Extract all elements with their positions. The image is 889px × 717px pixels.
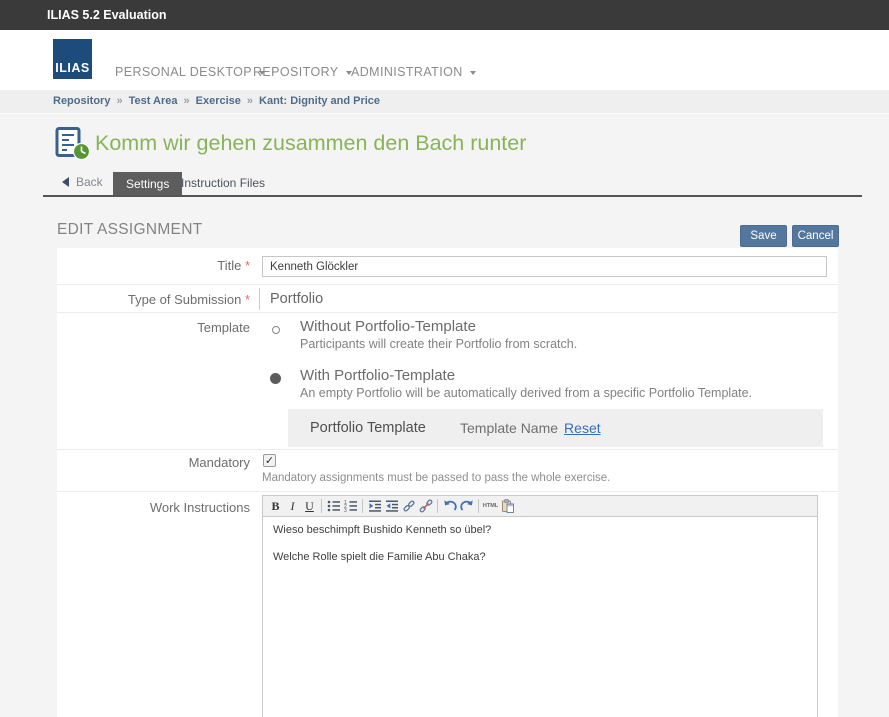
editor-toolbar: B I U 123 — [262, 495, 818, 517]
paste-from-word-icon[interactable] — [499, 498, 516, 515]
exercise-assignment-icon — [55, 127, 91, 166]
menu-label: ADMINISTRATION — [351, 65, 463, 79]
mandatory-description: Mandatory assignments must be passed to … — [262, 472, 610, 484]
template-label: Template — [57, 320, 250, 335]
form-heading: EDIT ASSIGNMENT — [57, 221, 202, 239]
without-template-label[interactable]: Without Portfolio-Template — [300, 318, 476, 335]
form-row-title: Title — [57, 248, 838, 284]
bold-icon[interactable]: B — [267, 498, 284, 515]
unordered-list-icon[interactable] — [325, 498, 342, 515]
breadcrumb-current[interactable]: Kant: Dignity and Price — [259, 95, 380, 107]
main-header: ILIAS PERSONAL DESKTOP REPOSITORY ADMINI… — [0, 30, 889, 90]
back-tab[interactable]: Back — [62, 174, 103, 190]
submission-type-value: Portfolio — [259, 288, 323, 310]
outdent-icon[interactable] — [383, 498, 400, 515]
form-row-work-instructions: Work Instructions B I U 123 — [57, 491, 838, 717]
indent-icon[interactable] — [366, 498, 383, 515]
unlink-icon[interactable] — [417, 498, 434, 515]
instruction-paragraph: Wieso beschimpft Bushido Kenneth so übel… — [273, 524, 807, 536]
breadcrumb-separator: » — [247, 95, 253, 107]
title-input[interactable] — [262, 256, 827, 277]
toolbar-separator — [478, 499, 479, 513]
mandatory-checkbox[interactable] — [263, 454, 276, 467]
cancel-button[interactable]: Cancel — [792, 225, 839, 247]
instruction-paragraph: Welche Rolle spielt die Familie Abu Chak… — [273, 551, 807, 563]
form-row-mandatory: Mandatory Mandatory assignments must be … — [57, 449, 838, 491]
portfolio-template-subform: Portfolio Template Template Name Reset — [288, 409, 823, 447]
italic-icon[interactable]: I — [284, 498, 301, 515]
portfolio-template-value: Template Name Reset — [460, 420, 601, 436]
page-title: Komm wir gehen zusammen den Bach runter — [95, 131, 526, 156]
ilias-window: ILIAS 5.2 Evaluation ILIAS PERSONAL DESK… — [0, 0, 889, 717]
html-source-icon[interactable]: HTML — [482, 498, 499, 515]
radio-with-template[interactable] — [270, 373, 281, 384]
menu-repository[interactable]: REPOSITORY — [253, 63, 352, 81]
chevron-down-icon — [470, 71, 476, 75]
undo-icon[interactable] — [441, 498, 458, 515]
tab-instruction-files[interactable]: Instruction Files — [181, 176, 265, 190]
ilias-logo[interactable]: ILIAS — [53, 39, 92, 79]
link-icon[interactable] — [400, 498, 417, 515]
toolbar-separator — [362, 499, 363, 513]
breadcrumb-exercise[interactable]: Exercise — [196, 95, 241, 107]
page-content: Komm wir gehen zusammen den Bach runter … — [0, 113, 889, 717]
menu-administration[interactable]: ADMINISTRATION — [351, 63, 476, 81]
breadcrumb-separator: » — [184, 95, 190, 107]
redo-icon[interactable] — [458, 498, 475, 515]
chevron-left-icon — [62, 177, 69, 187]
title-label: Title — [57, 258, 250, 273]
breadcrumb: Repository » Test Area » Exercise » Kant: Dign… — [0, 90, 889, 113]
breadcrumb-test-area[interactable]: Test Area — [129, 95, 178, 107]
underline-icon[interactable]: U — [301, 498, 318, 515]
ilias-logo-text: ILIAS — [55, 61, 89, 75]
ordered-list-icon[interactable]: 123 — [342, 498, 359, 515]
reset-link[interactable]: Reset — [564, 420, 601, 436]
portfolio-template-label: Portfolio Template — [310, 420, 426, 436]
menu-label: REPOSITORY — [253, 65, 339, 79]
underline-glyph: U — [305, 499, 314, 513]
edit-assignment-form: Title Type of Submission Portfolio Templ… — [57, 248, 838, 717]
template-name-value: Template Name — [460, 420, 558, 436]
mandatory-label: Mandatory — [57, 455, 250, 470]
submission-type-label: Type of Submission — [57, 292, 250, 307]
save-button[interactable]: Save — [740, 225, 787, 247]
form-row-submission-type: Type of Submission Portfolio — [57, 284, 838, 312]
without-template-description: Participants will create their Portfolio… — [300, 337, 577, 351]
back-tab-label: Back — [76, 175, 103, 189]
italic-glyph: I — [291, 499, 295, 513]
with-template-description: An empty Portfolio will be automatically… — [300, 386, 752, 400]
menu-label: PERSONAL DESKTOP — [115, 65, 252, 79]
menu-personal-desktop[interactable]: PERSONAL DESKTOP — [115, 63, 265, 81]
toolbar-separator — [437, 499, 438, 513]
form-row-template: Template Without Portfolio-Template Part… — [57, 312, 838, 449]
tab-settings[interactable]: Settings — [113, 172, 182, 197]
bold-glyph: B — [271, 499, 279, 513]
editor-content-area[interactable]: Wieso beschimpft Bushido Kenneth so übel… — [262, 517, 818, 717]
breadcrumb-repository[interactable]: Repository — [53, 95, 110, 107]
breadcrumb-separator: » — [116, 95, 122, 107]
top-bar: ILIAS 5.2 Evaluation — [0, 0, 889, 30]
work-instructions-label: Work Instructions — [57, 500, 250, 515]
html-glyph: HTML — [483, 499, 498, 513]
with-template-label[interactable]: With Portfolio-Template — [300, 367, 455, 384]
radio-without-template[interactable] — [272, 326, 280, 334]
toolbar-separator — [321, 499, 322, 513]
svg-text:3: 3 — [344, 508, 347, 513]
installation-title: ILIAS 5.2 Evaluation — [47, 0, 166, 30]
tab-underline — [43, 195, 862, 197]
rich-text-editor: B I U 123 — [262, 495, 818, 717]
